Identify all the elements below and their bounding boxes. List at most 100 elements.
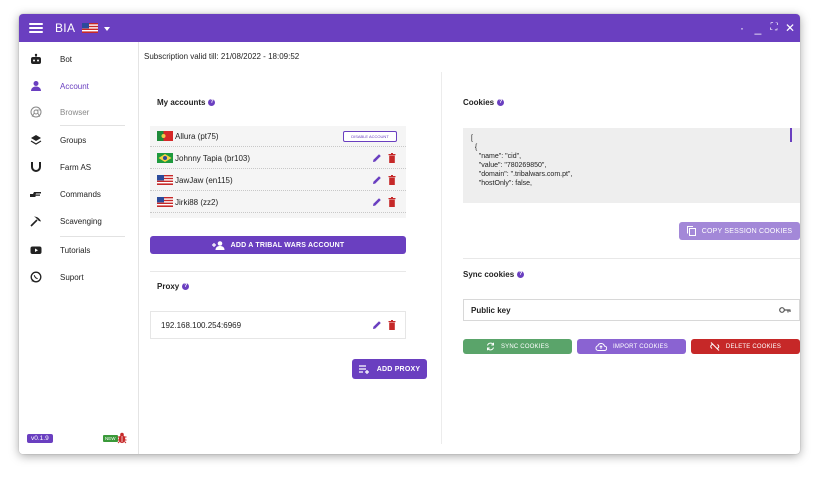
button-label: ADD A TRIBAL WARS ACCOUNT xyxy=(230,241,345,249)
edit-pencil-icon[interactable] xyxy=(372,197,382,207)
portugal-flag-icon xyxy=(157,131,173,141)
main-content: Subscription valid till: 21/08/2022 - 18… xyxy=(140,42,800,454)
sidebar-item-browser[interactable]: Browser xyxy=(19,99,139,125)
button-label: ADD PROXY xyxy=(376,365,421,373)
sidebar: Bot Account Browser Groups Farm AS Comma… xyxy=(19,42,139,454)
trash-icon[interactable] xyxy=(388,197,396,207)
add-person-icon xyxy=(211,240,225,250)
account-row[interactable]: Allura (pt75) DISABLE ACCOUNT xyxy=(150,126,406,147)
my-accounts-heading: My accounts ? xyxy=(157,98,216,107)
youtube-icon xyxy=(30,246,42,254)
section-divider xyxy=(150,271,406,272)
minimize-button[interactable]: _ xyxy=(751,20,765,36)
trash-icon[interactable] xyxy=(388,320,396,330)
sidebar-item-label: Tutorials xyxy=(60,245,91,255)
key-icon xyxy=(779,307,791,313)
sync-cookies-button[interactable]: SYNC COOKIES xyxy=(463,339,572,354)
close-button[interactable]: ✕ xyxy=(783,20,797,36)
sidebar-item-label: Account xyxy=(60,81,89,91)
button-label: SYNC COOKIES xyxy=(500,343,550,350)
edit-pencil-icon[interactable] xyxy=(372,175,382,185)
dot-icon[interactable]: · xyxy=(735,20,749,36)
section-divider xyxy=(463,258,800,259)
sidebar-item-label: Bot xyxy=(60,54,73,64)
playlist-add-icon xyxy=(358,364,369,374)
cloud-upload-icon xyxy=(595,342,608,351)
pickaxe-icon xyxy=(30,216,41,227)
us-flag-icon[interactable] xyxy=(82,23,98,33)
sidebar-item-bot[interactable]: Bot xyxy=(19,46,139,72)
trash-icon[interactable] xyxy=(388,175,396,185)
accounts-list: Allura (pt75) DISABLE ACCOUNT Johnny Tap… xyxy=(150,126,406,218)
us-flag-icon xyxy=(157,175,173,185)
sidebar-item-label: Scavenging xyxy=(60,216,102,226)
sync-cookies-heading: Sync cookies ? xyxy=(463,270,525,279)
add-tribal-wars-account-button[interactable]: ADD A TRIBAL WARS ACCOUNT xyxy=(150,236,406,254)
sidebar-item-account[interactable]: Account xyxy=(19,73,139,99)
account-name: Jirki88 (zz2) xyxy=(175,197,219,207)
bug-report-icon[interactable] xyxy=(117,432,127,444)
trash-icon[interactable] xyxy=(388,153,396,163)
account-name: Allura (pt75) xyxy=(175,131,219,141)
sidebar-item-commands[interactable]: Commands xyxy=(19,181,139,207)
sidebar-item-label: Groups xyxy=(60,135,87,145)
help-icon[interactable]: ? xyxy=(517,271,525,278)
brazil-flag-icon xyxy=(157,153,173,163)
section-title-text: My accounts xyxy=(157,98,206,107)
public-key-label: Public key xyxy=(471,305,511,315)
sidebar-item-label: Farm AS xyxy=(60,162,92,172)
proxy-row[interactable]: 192.168.100.254:6969 xyxy=(150,311,406,339)
section-title-text: Sync cookies xyxy=(463,270,515,279)
copy-session-cookies-button[interactable]: COPY SESSION COOKIES xyxy=(679,222,800,240)
sidebar-item-farm-as[interactable]: Farm AS xyxy=(19,154,139,180)
link-off-icon xyxy=(710,342,720,351)
edit-pencil-icon[interactable] xyxy=(372,153,382,163)
add-proxy-button[interactable]: ADD PROXY xyxy=(352,359,427,379)
sidebar-item-scavenging[interactable]: Scavenging xyxy=(19,208,139,234)
fullscreen-button[interactable]: ⛶ xyxy=(767,20,781,36)
public-key-field[interactable]: Public key xyxy=(463,299,800,321)
button-label: COPY SESSION COOKIES xyxy=(701,227,793,235)
sidebar-item-label: Browser xyxy=(60,107,90,117)
chrome-icon xyxy=(30,106,42,118)
account-row[interactable]: Johnny Tapia (br103) xyxy=(150,148,406,169)
scrollbar-thumb[interactable] xyxy=(790,128,792,142)
subscription-status: Subscription valid till: 21/08/2022 - 18… xyxy=(144,52,300,61)
sync-icon xyxy=(486,342,494,351)
sidebar-item-groups[interactable]: Groups xyxy=(19,127,139,153)
cookies-heading: Cookies ? xyxy=(463,98,505,107)
section-title-text: Proxy xyxy=(157,282,180,291)
sidebar-item-suport[interactable]: Suport xyxy=(19,264,139,290)
layers-icon xyxy=(30,135,42,145)
account-name: JawJaw (en115) xyxy=(175,175,233,185)
help-icon[interactable]: ? xyxy=(497,99,505,106)
app-title: BIA xyxy=(55,21,76,35)
app-window: BIA · _ ⛶ ✕ Bot Account Browser Groups F… xyxy=(19,14,800,454)
language-dropdown-chevron-down-icon[interactable] xyxy=(104,27,110,31)
edit-pencil-icon[interactable] xyxy=(372,320,382,330)
import-cookies-button[interactable]: IMPORT COOKIES xyxy=(577,339,686,354)
disable-account-button[interactable]: DISABLE ACCOUNT xyxy=(343,131,397,142)
copy-icon xyxy=(686,226,696,236)
title-bar: BIA · _ ⛶ ✕ xyxy=(19,14,800,42)
robot-icon xyxy=(31,53,41,64)
account-name: Johnny Tapia (br103) xyxy=(175,153,251,163)
button-label: IMPORT COOKIES xyxy=(613,343,668,350)
new-badge: NEW xyxy=(103,435,118,442)
pointing-hand-icon xyxy=(30,192,41,197)
sidebar-item-tutorials[interactable]: Tutorials xyxy=(19,237,139,263)
account-row[interactable]: JawJaw (en115) xyxy=(150,170,406,191)
person-icon xyxy=(31,81,41,91)
cookies-json-textarea[interactable]: [ { "name": "cid", "value": "780269850",… xyxy=(463,128,800,203)
account-row[interactable]: Jirki88 (zz2) xyxy=(150,192,406,213)
sidebar-item-label: Commands xyxy=(60,189,101,199)
hamburger-menu-icon[interactable] xyxy=(29,21,43,35)
help-icon[interactable]: ? xyxy=(208,99,216,106)
button-label: DELETE COOKIES xyxy=(725,343,782,350)
help-icon[interactable]: ? xyxy=(182,283,190,290)
delete-cookies-button[interactable]: DELETE COOKIES xyxy=(691,339,800,354)
proxy-address: 192.168.100.254:6969 xyxy=(161,320,242,330)
cookies-json-text: [ { "name": "cid", "value": "780269850",… xyxy=(471,135,573,187)
magnet-icon xyxy=(31,162,41,172)
version-badge: v0.1.9 xyxy=(27,434,53,443)
